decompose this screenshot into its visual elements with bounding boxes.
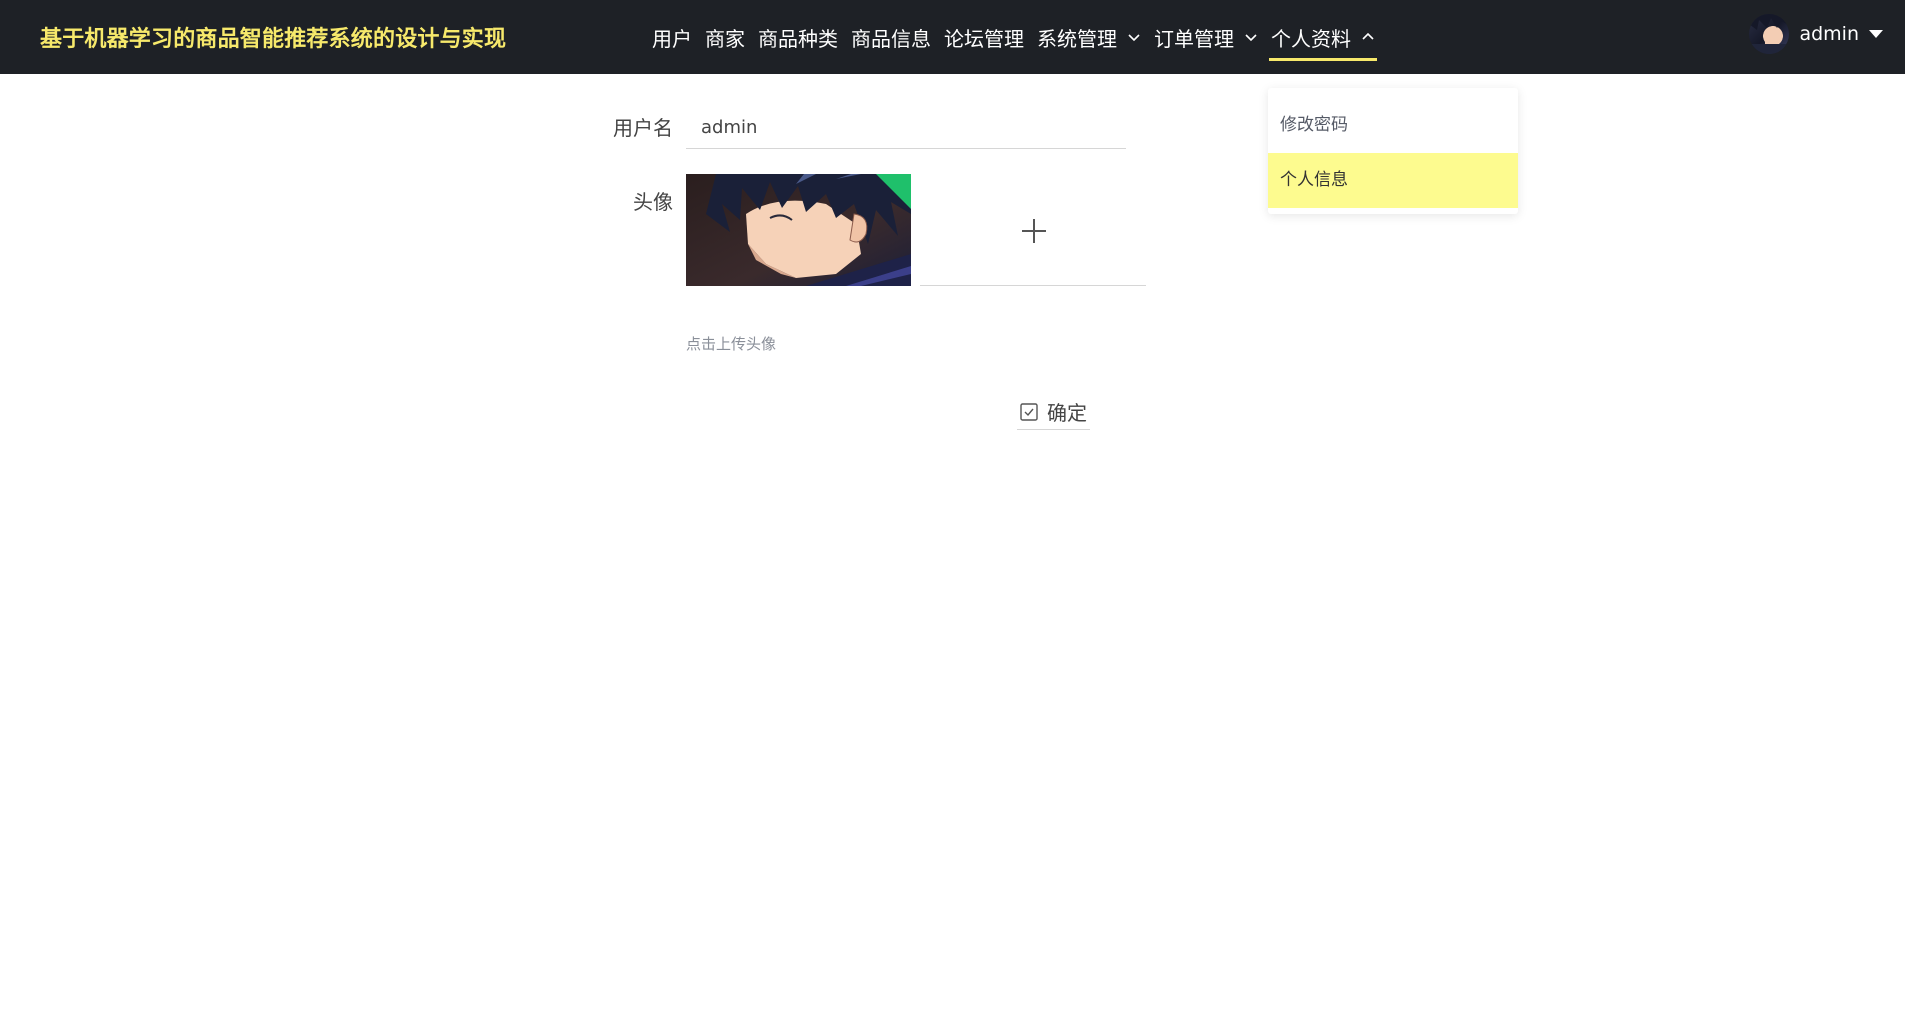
avatar-upload-box[interactable] bbox=[920, 174, 1146, 286]
chevron-up-icon bbox=[1362, 32, 1374, 40]
nav-label: 商品信息 bbox=[851, 26, 931, 51]
nav-label: 个人资料 bbox=[1271, 26, 1351, 51]
avatar bbox=[1749, 14, 1790, 54]
user-name: admin bbox=[1799, 23, 1859, 45]
avatar-label: 头像 bbox=[633, 190, 673, 214]
user-menu[interactable]: admin bbox=[1749, 14, 1883, 54]
plus-icon bbox=[1022, 219, 1046, 243]
nav-item-profile[interactable]: 个人资料 bbox=[1269, 0, 1377, 74]
nav-label: 系统管理 bbox=[1037, 26, 1117, 51]
nav-label: 商家 bbox=[705, 26, 745, 51]
caret-down-icon bbox=[1869, 30, 1883, 38]
nav-item-users[interactable]: 用户 bbox=[652, 0, 692, 74]
nav-label: 订单管理 bbox=[1154, 26, 1234, 51]
username-label: 用户名 bbox=[613, 116, 673, 140]
upload-tip: 点击上传头像 bbox=[686, 335, 777, 353]
chevron-down-icon bbox=[1245, 34, 1257, 42]
chevron-down-icon bbox=[1128, 34, 1140, 42]
menu-item-change-password[interactable]: 修改密码 bbox=[1268, 98, 1518, 153]
profile-dropdown-menu: 修改密码 个人信息 bbox=[1268, 88, 1518, 214]
top-navbar: 基于机器学习的商品智能推荐系统的设计与实现 用户 商家 商品种类 商品信息 论坛… bbox=[0, 0, 1905, 74]
nav-item-merchants[interactable]: 商家 bbox=[705, 0, 745, 74]
avatar-preview-image[interactable] bbox=[686, 174, 911, 286]
nav-item-system-management[interactable]: 系统管理 bbox=[1037, 0, 1141, 74]
nav-label: 用户 bbox=[652, 26, 692, 51]
check-square-icon bbox=[1020, 402, 1038, 421]
nav-item-forum-management[interactable]: 论坛管理 bbox=[944, 0, 1024, 74]
nav-item-order-management[interactable]: 订单管理 bbox=[1154, 0, 1258, 74]
confirm-label: 确定 bbox=[1047, 403, 1087, 425]
nav-label: 商品种类 bbox=[758, 26, 838, 51]
app-title: 基于机器学习的商品智能推荐系统的设计与实现 bbox=[40, 27, 507, 52]
main-nav: 用户 商家 商品种类 商品信息 论坛管理 系统管理 订单管理 个人资料 bbox=[652, 0, 1388, 74]
menu-item-personal-info[interactable]: 个人信息 bbox=[1268, 153, 1518, 208]
nav-label: 论坛管理 bbox=[944, 26, 1024, 51]
confirm-button[interactable]: 确定 bbox=[1017, 398, 1090, 430]
username-input[interactable] bbox=[686, 106, 1126, 149]
nav-item-product-info[interactable]: 商品信息 bbox=[851, 0, 931, 74]
nav-item-product-categories[interactable]: 商品种类 bbox=[758, 0, 838, 74]
